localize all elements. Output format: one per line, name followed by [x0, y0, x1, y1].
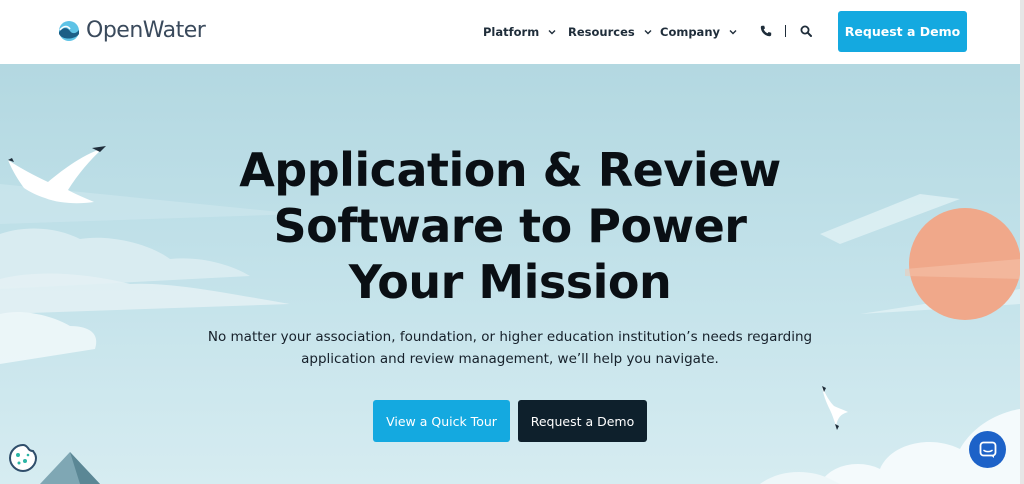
site-header: OpenWater Platform Resources Company Req…: [0, 0, 1020, 64]
hero-title-line: Your Mission: [348, 255, 672, 309]
nav-item-platform[interactable]: Platform: [483, 25, 556, 39]
chevron-down-icon: [729, 30, 737, 35]
wave-logo-icon: [59, 20, 79, 41]
nav-item-resources[interactable]: Resources: [568, 25, 652, 39]
hero-subtitle-line: No matter your association, foundation, …: [207, 329, 813, 345]
nav-item-company[interactable]: Company: [660, 25, 737, 39]
hero-title-line: Application & Review: [239, 143, 781, 197]
nav-label: Company: [660, 25, 720, 39]
hero-section: Application & Review Software to Power Y…: [0, 64, 1020, 484]
phone-icon[interactable]: [760, 25, 772, 37]
logo-text: OpenWater: [86, 18, 206, 43]
request-demo-button[interactable]: Request a Demo: [838, 11, 967, 52]
scrollbar-track[interactable]: [1020, 0, 1024, 484]
chat-launcher-button[interactable]: [969, 431, 1006, 468]
hero-subtitle-line: application and review management, we’ll…: [301, 351, 719, 367]
quick-tour-button[interactable]: View a Quick Tour: [373, 400, 510, 442]
nav-label: Platform: [483, 25, 540, 39]
hero-subtitle: No matter your association, foundation, …: [190, 326, 830, 370]
chat-icon: [979, 441, 996, 458]
hero-request-demo-button[interactable]: Request a Demo: [518, 400, 647, 442]
hero-title: Application & Review Software to Power Y…: [160, 142, 860, 310]
chevron-down-icon: [644, 30, 652, 35]
openwater-logo[interactable]: OpenWater: [58, 18, 206, 43]
cookie-icon[interactable]: [8, 443, 38, 473]
seagull-right: [822, 386, 848, 430]
hero-title-line: Software to Power: [273, 199, 747, 253]
search-icon[interactable]: [800, 25, 812, 37]
chevron-down-icon: [548, 30, 556, 35]
nav-divider: [785, 25, 786, 37]
nav-label: Resources: [568, 25, 635, 39]
